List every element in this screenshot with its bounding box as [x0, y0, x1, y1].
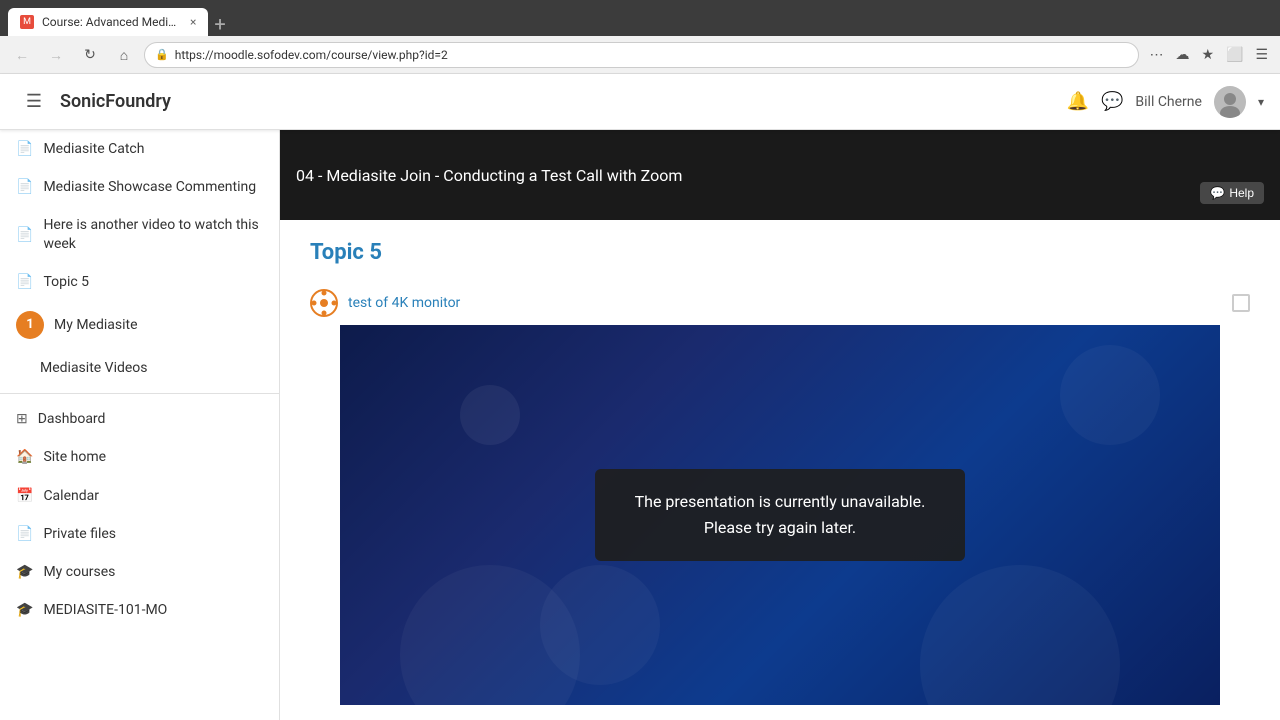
sidebar-item-calendar[interactable]: 📅 Calendar — [0, 477, 279, 515]
topic-title: Topic 5 — [310, 240, 1250, 265]
user-dropdown-arrow[interactable]: ▾ — [1258, 95, 1264, 109]
sidebar-item-dashboard[interactable]: ⊞ Dashboard — [0, 400, 279, 438]
back-button[interactable]: ← — [8, 41, 36, 69]
url-text: https://moodle.sofodev.com/course/view.p… — [175, 48, 448, 62]
files-icon: 📄 — [16, 526, 33, 542]
address-bar[interactable]: 🔒 https://moodle.sofodev.com/course/view… — [144, 42, 1139, 68]
home-button[interactable]: ⌂ — [110, 41, 138, 69]
active-tab[interactable]: M Course: Advanced Mediasite 7... × — [8, 8, 208, 36]
sidebar-item-site-home[interactable]: 🏠 Site home — [0, 438, 279, 476]
ssl-lock-icon: 🔒 — [155, 48, 169, 61]
browser-chrome: M Course: Advanced Mediasite 7... × + — [0, 0, 1280, 36]
folder-icon-3: 📄 — [16, 227, 33, 243]
sidebar-item-label: Mediasite Catch — [43, 140, 144, 158]
unavailable-line1: The presentation is currently unavailabl… — [635, 492, 926, 511]
top-nav-right: 🔔 💬 Bill Cherne ▾ — [1067, 86, 1264, 118]
topic-item-checkbox[interactable] — [1232, 294, 1250, 312]
courses-icon: 🎓 — [16, 564, 33, 580]
course-icon: 🎓 — [16, 602, 33, 618]
sidebar-divider — [0, 393, 279, 394]
user-avatar[interactable] — [1214, 86, 1246, 118]
sidebar-nav-label-1: Dashboard — [38, 410, 106, 428]
sidebar-item-another-video[interactable]: 📄 Here is another video to watch this we… — [0, 206, 279, 262]
help-label: Help — [1229, 186, 1254, 200]
user-name[interactable]: Bill Cherne — [1135, 94, 1202, 110]
unavailable-line2: Please try again later. — [704, 518, 856, 537]
menu-icon[interactable]: ☰ — [1251, 43, 1272, 67]
home-icon: 🏠 — [16, 449, 33, 465]
sidebar-item-mediasite-videos[interactable]: Mediasite Videos — [0, 349, 279, 387]
browser-toolbar: ← → ↻ ⌂ 🔒 https://moodle.sofodev.com/cou… — [0, 36, 1280, 74]
extensions-icon[interactable]: ⋯ — [1145, 43, 1167, 67]
unavailable-message: The presentation is currently unavailabl… — [595, 469, 966, 560]
media-player: The presentation is currently unavailabl… — [340, 325, 1220, 705]
topic-item-link[interactable]: test of 4K monitor — [348, 295, 460, 311]
sidebar: 📄 Mediasite Catch 📄 Mediasite Showcase C… — [0, 130, 280, 720]
sidebar-item-private-files[interactable]: 📄 Private files — [0, 515, 279, 553]
folder-icon-2: 📄 — [16, 179, 33, 195]
sidebar-item-my-courses[interactable]: 🎓 My courses — [0, 553, 279, 591]
sidebar-nav-label-2: Site home — [43, 448, 106, 466]
app: ☰ SonicFoundry 🔔 💬 Bill Cherne ▾ 📄 Media… — [0, 74, 1280, 720]
pocket-icon[interactable]: ☁ — [1171, 43, 1193, 67]
sidebar-nav-label-3: Calendar — [43, 487, 99, 505]
sidebar-nav-label-4: Private files — [43, 525, 116, 543]
folder-icon-4: 📄 — [16, 274, 33, 290]
calendar-icon: 📅 — [16, 488, 33, 504]
messages-icon[interactable]: 💬 — [1101, 91, 1123, 112]
sidebar-item-topic5[interactable]: 📄 Topic 5 — [0, 263, 279, 301]
dashboard-icon: ⊞ — [16, 411, 28, 427]
sidebar-item-label-6: Mediasite Videos — [40, 359, 148, 377]
sidebar-item-mediasite-catch[interactable]: 📄 Mediasite Catch — [0, 130, 279, 168]
help-button[interactable]: 💬 Help — [1200, 182, 1264, 204]
numbered-badge: 1 — [16, 311, 44, 339]
topic-section: Topic 5 test of 4K monitor — [280, 220, 1280, 720]
toolbar-right: ⋯ ☁ ★ ⬜ ☰ — [1145, 43, 1272, 67]
sidebar-item-label-2: Mediasite Showcase Commenting — [43, 178, 256, 196]
hamburger-button[interactable]: ☰ — [16, 84, 52, 120]
folder-icon: 📄 — [16, 141, 33, 157]
top-nav: ☰ SonicFoundry 🔔 💬 Bill Cherne ▾ — [0, 74, 1280, 130]
sidebar-item-label-4: Topic 5 — [43, 273, 89, 291]
reload-button[interactable]: ↻ — [76, 41, 104, 69]
main-area: 📄 Mediasite Catch 📄 Mediasite Showcase C… — [0, 130, 1280, 720]
sidebar-item-label-3: Here is another video to watch this week — [43, 216, 263, 252]
sidebar-item-my-mediasite[interactable]: 1 My Mediasite — [0, 301, 279, 349]
help-icon: 💬 — [1210, 186, 1225, 200]
tab-close-button[interactable]: × — [190, 15, 196, 29]
sidebar-item-label-5: My Mediasite — [54, 316, 138, 334]
topic-item-row: test of 4K monitor — [310, 281, 1250, 325]
tab-title: Course: Advanced Mediasite 7... — [42, 15, 182, 29]
browser-tabs: M Course: Advanced Mediasite 7... × + — [8, 0, 232, 36]
sidebar-item-mediasite-showcase[interactable]: 📄 Mediasite Showcase Commenting — [0, 168, 279, 206]
content-pane: 04 - Mediasite Join - Conducting a Test … — [280, 130, 1280, 720]
forward-button[interactable]: → — [42, 41, 70, 69]
notifications-icon[interactable]: 🔔 — [1067, 91, 1089, 112]
video-header-title: 04 - Mediasite Join - Conducting a Test … — [296, 166, 682, 185]
sidebar-item-mediasite-101[interactable]: 🎓 MEDIASITE-101-MO — [0, 591, 279, 629]
bookmark-icon[interactable]: ★ — [1197, 43, 1218, 67]
new-tab-button[interactable]: + — [208, 12, 231, 36]
sidebar-nav-label-5: My courses — [43, 563, 115, 581]
sidebar-nav-label-6: MEDIASITE-101-MO — [43, 601, 167, 619]
mediasite-icon — [310, 289, 338, 317]
screenshot-icon[interactable]: ⬜ — [1222, 43, 1247, 67]
tab-favicon: M — [20, 15, 34, 29]
video-header: 04 - Mediasite Join - Conducting a Test … — [280, 130, 1280, 220]
site-logo: SonicFoundry — [60, 91, 171, 112]
